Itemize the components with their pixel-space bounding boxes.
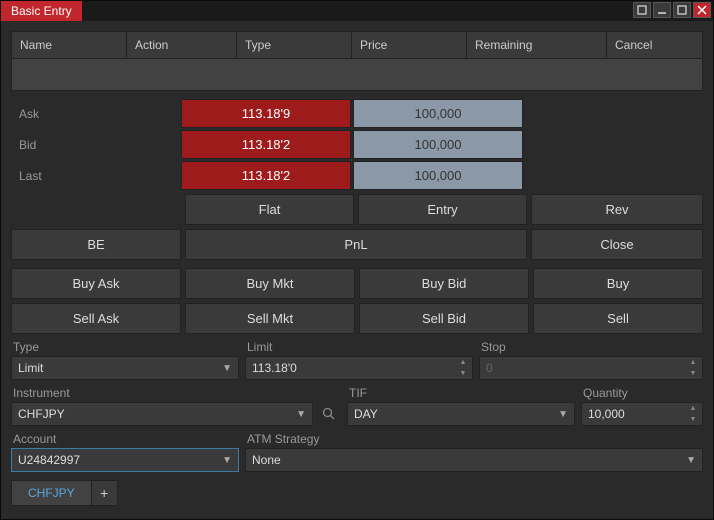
spin-down-icon[interactable]: ▼ — [686, 368, 700, 379]
spin-up-icon[interactable]: ▲ — [686, 403, 700, 414]
be-button[interactable]: BE — [11, 229, 181, 260]
orders-header: Name Action Type Price Remaining Cancel — [11, 31, 703, 59]
limit-value: 113.18'0 — [252, 361, 297, 375]
orders-body — [11, 59, 703, 91]
quote-row-ask: Ask 113.18'9 100,000 — [11, 99, 703, 128]
type-label: Type — [11, 340, 239, 354]
buy-button[interactable]: Buy — [533, 268, 703, 299]
atm-value: None — [252, 453, 281, 467]
instrument-value: CHFJPY — [18, 407, 65, 421]
limit-input[interactable]: 113.18'0 ▲▼ — [245, 356, 473, 380]
stop-value: 0 — [486, 361, 493, 375]
quote-volume[interactable]: 100,000 — [353, 130, 523, 159]
minimize-icon[interactable] — [653, 2, 671, 18]
account-value: U24842997 — [18, 453, 80, 467]
col-cancel: Cancel — [607, 32, 702, 58]
buy-bid-button[interactable]: Buy Bid — [359, 268, 529, 299]
buy-ask-button[interactable]: Buy Ask — [11, 268, 181, 299]
flat-button[interactable]: Flat — [185, 194, 354, 225]
window-title: Basic Entry — [1, 1, 82, 21]
account-select[interactable]: U24842997 ▼ — [11, 448, 239, 472]
quote-volume[interactable]: 100,000 — [353, 99, 523, 128]
type-value: Limit — [18, 361, 43, 375]
sell-ask-button[interactable]: Sell Ask — [11, 303, 181, 334]
quote-price[interactable]: 113.18'2 — [181, 130, 351, 159]
spin-down-icon[interactable]: ▼ — [686, 414, 700, 425]
sell-mkt-button[interactable]: Sell Mkt — [185, 303, 355, 334]
quantity-label: Quantity — [581, 386, 703, 400]
stop-label: Stop — [479, 340, 703, 354]
quote-label: Last — [11, 161, 181, 190]
account-label: Account — [11, 432, 239, 446]
titlebar: Basic Entry — [1, 1, 713, 21]
instrument-select[interactable]: CHFJPY ▼ — [11, 402, 313, 426]
quantity-value: 10,000 — [588, 407, 625, 421]
rev-button[interactable]: Rev — [531, 194, 703, 225]
stop-input[interactable]: 0 ▲▼ — [479, 356, 703, 380]
chevron-down-icon: ▼ — [558, 409, 568, 420]
quote-price[interactable]: 113.18'2 — [181, 161, 351, 190]
instrument-label: Instrument — [11, 386, 341, 400]
quote-price[interactable]: 113.18'9 — [181, 99, 351, 128]
quote-volume[interactable]: 100,000 — [353, 161, 523, 190]
atm-select[interactable]: None ▼ — [245, 448, 703, 472]
quote-label: Bid — [11, 130, 181, 159]
quote-row-last: Last 113.18'2 100,000 — [11, 161, 703, 190]
basic-entry-window: Basic Entry Name Action Type Price Remai… — [0, 0, 714, 520]
entry-button[interactable]: Entry — [358, 194, 527, 225]
quote-label: Ask — [11, 99, 181, 128]
spin-up-icon[interactable]: ▲ — [686, 357, 700, 368]
chevron-down-icon: ▼ — [222, 363, 232, 374]
search-icon[interactable] — [317, 402, 341, 426]
popout-icon[interactable] — [633, 2, 651, 18]
col-price: Price — [352, 32, 467, 58]
chevron-down-icon: ▼ — [296, 409, 306, 420]
sell-button[interactable]: Sell — [533, 303, 703, 334]
tif-select[interactable]: DAY ▼ — [347, 402, 575, 426]
spin-down-icon[interactable]: ▼ — [456, 368, 470, 379]
col-name: Name — [12, 32, 127, 58]
pnl-button[interactable]: PnL — [185, 229, 527, 260]
col-remaining: Remaining — [467, 32, 607, 58]
buy-mkt-button[interactable]: Buy Mkt — [185, 268, 355, 299]
chevron-down-icon: ▼ — [222, 455, 232, 466]
tif-value: DAY — [354, 407, 378, 421]
col-action: Action — [127, 32, 237, 58]
tabbar: CHFJPY + — [11, 480, 703, 506]
tab-instrument[interactable]: CHFJPY — [11, 480, 92, 506]
close-button[interactable]: Close — [531, 229, 703, 260]
type-select[interactable]: Limit ▼ — [11, 356, 239, 380]
add-tab-button[interactable]: + — [92, 480, 118, 506]
quote-row-bid: Bid 113.18'2 100,000 — [11, 130, 703, 159]
atm-label: ATM Strategy — [245, 432, 703, 446]
col-type: Type — [237, 32, 352, 58]
quantity-input[interactable]: 10,000 ▲▼ — [581, 402, 703, 426]
maximize-icon[interactable] — [673, 2, 691, 18]
close-icon[interactable] — [693, 2, 711, 18]
tif-label: TIF — [347, 386, 575, 400]
limit-label: Limit — [245, 340, 473, 354]
chevron-down-icon: ▼ — [686, 455, 696, 466]
spin-up-icon[interactable]: ▲ — [456, 357, 470, 368]
sell-bid-button[interactable]: Sell Bid — [359, 303, 529, 334]
